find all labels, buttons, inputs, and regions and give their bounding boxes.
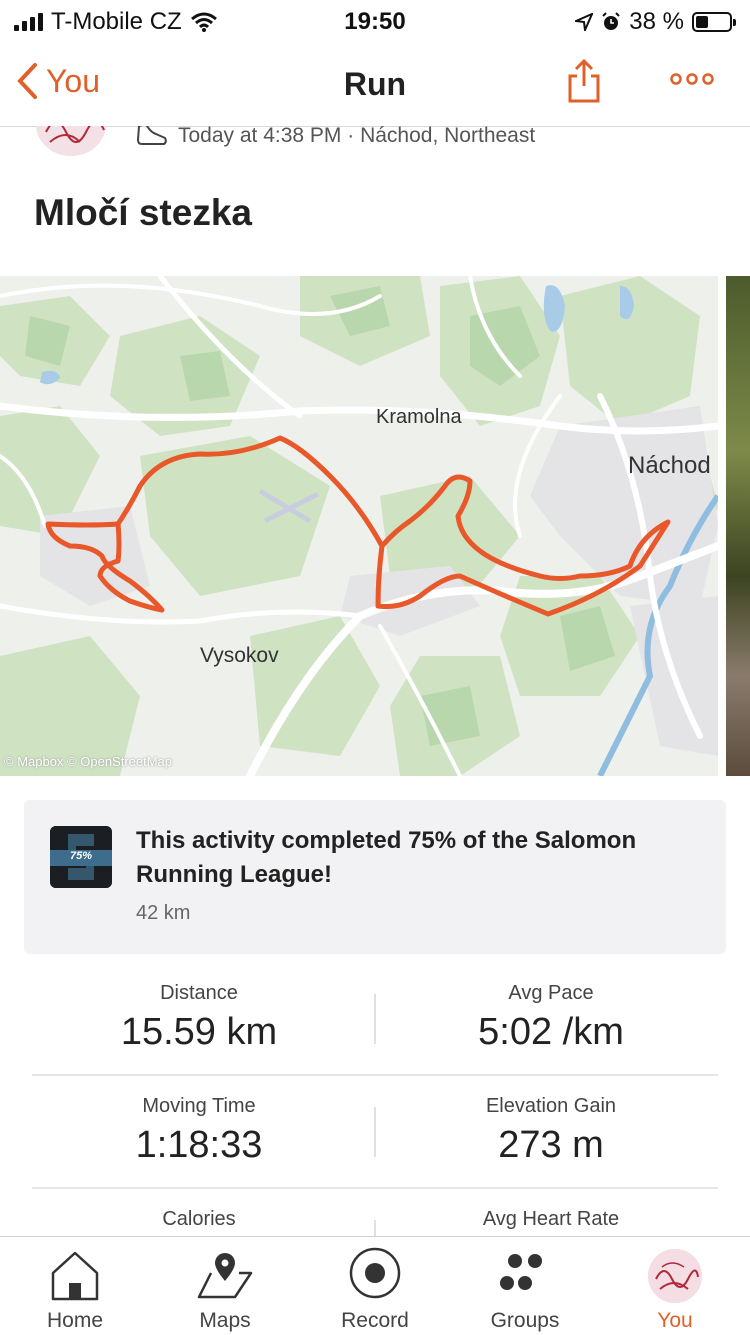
- tab-maps[interactable]: Maps: [150, 1237, 300, 1335]
- battery-percent: 38 %: [629, 8, 684, 35]
- stat-elevation-gain: Elevation Gain 273 m: [376, 1095, 726, 1167]
- maps-icon: [197, 1253, 253, 1299]
- tab-home[interactable]: Home: [0, 1237, 150, 1335]
- profile-avatar: [645, 1245, 705, 1305]
- stat-value: 5:02 /km: [478, 1011, 624, 1053]
- groups-icon: [500, 1254, 542, 1290]
- map-label-nachod: Náchod: [628, 452, 711, 479]
- nav-bar: You Run: [0, 42, 750, 127]
- athlete-avatar[interactable]: [36, 126, 106, 156]
- stat-label: Distance: [160, 982, 238, 1004]
- stat-label: Elevation Gain: [485, 1095, 617, 1117]
- record-icon: [349, 1247, 401, 1299]
- map-label-kramolna: Kramolna: [376, 406, 462, 428]
- stat-value: 1:18:33: [135, 1124, 263, 1166]
- stat-label: Calories: [162, 1208, 236, 1230]
- divider: [32, 1074, 718, 1076]
- stat-avg-pace: Avg Pace 5:02 /km: [376, 982, 726, 1054]
- tab-label: Record: [341, 1309, 409, 1332]
- status-bar: T-Mobile CZ 19:50 38 %: [0, 0, 750, 42]
- page-title: Run: [343, 66, 407, 102]
- tab-bar: Home Maps Record Groups You: [0, 1236, 750, 1335]
- battery-icon: [692, 12, 736, 32]
- stat-label: Moving Time: [142, 1095, 256, 1117]
- activity-meta-row: Today at 4:38 PM · Náchod, Northeast: [0, 126, 750, 156]
- map-canvas: [0, 276, 718, 776]
- stat-label: Avg Pace: [508, 982, 594, 1004]
- activity-title: Mločí stezka: [34, 192, 252, 233]
- alarm-icon: [602, 12, 621, 30]
- location-icon: [575, 13, 594, 31]
- map-attribution[interactable]: © Mapbox © OpenStreetMap: [4, 754, 172, 769]
- achievement-text: This activity completed 75% of the Salom…: [136, 827, 637, 888]
- home-icon: [51, 1251, 99, 1301]
- stat-distance: Distance 15.59 km: [24, 982, 374, 1054]
- tab-label: Home: [46, 1309, 104, 1332]
- tab-label: Groups: [490, 1309, 560, 1332]
- stat-value: 15.59 km: [120, 1011, 278, 1053]
- tab-groups[interactable]: Groups: [450, 1237, 600, 1335]
- stat-avg-heart-rate: Avg Heart Rate: [376, 1208, 726, 1231]
- achievement-card[interactable]: 75% This activity completed 75% of the S…: [24, 800, 726, 954]
- tab-label: Maps: [199, 1309, 251, 1332]
- stat-value: 273 m: [498, 1124, 604, 1166]
- shoe-icon: [136, 126, 167, 145]
- map-label-vysokov: Vysokov: [200, 644, 279, 667]
- share-icon[interactable]: [566, 58, 602, 104]
- badge-percent: 75%: [69, 850, 93, 862]
- route-map[interactable]: Kramolna Náchod Vysokov © Mapbox © OpenS…: [0, 276, 718, 776]
- challenge-badge: 75%: [50, 826, 112, 888]
- tab-record[interactable]: Record: [300, 1237, 450, 1335]
- stat-moving-time: Moving Time 1:18:33: [24, 1095, 374, 1167]
- achievement-distance: 42 km: [136, 902, 191, 924]
- tab-you[interactable]: You: [600, 1237, 750, 1335]
- stat-calories: Calories: [24, 1208, 374, 1231]
- tab-label: You: [657, 1309, 693, 1332]
- more-options-icon[interactable]: [670, 72, 714, 86]
- stat-label: Avg Heart Rate: [482, 1208, 620, 1230]
- activity-meta: Today at 4:38 PM · Náchod, Northeast: [178, 126, 536, 147]
- divider: [32, 1187, 718, 1189]
- photo-thumbnail[interactable]: [726, 276, 750, 776]
